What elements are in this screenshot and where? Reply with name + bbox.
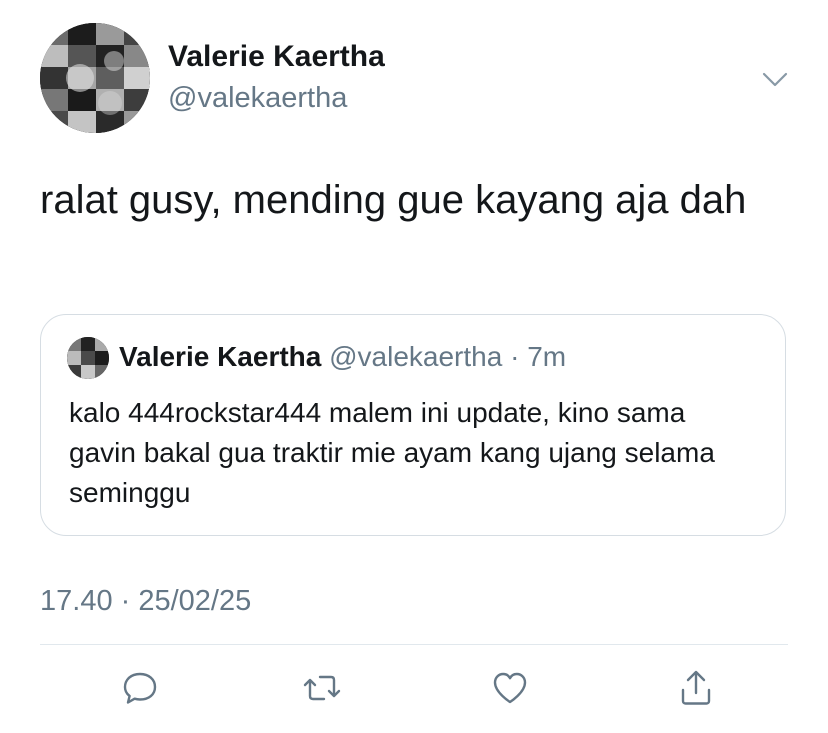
author-name[interactable]: Valerie Kaertha (168, 40, 385, 74)
quoted-time: 7m (527, 341, 567, 372)
author-avatar[interactable] (40, 23, 150, 133)
chevron-down-icon[interactable] (760, 64, 790, 94)
quoted-tweet-text: kalo 444rockstar444 malem ini update, ki… (69, 397, 715, 508)
tweet-timestamp[interactable]: 17.40 · 25/02/25 (40, 585, 251, 618)
quoted-tweet-card[interactable]: Valerie Kaertha @valekaertha · 7m kalo 4… (40, 314, 786, 536)
reply-icon[interactable] (120, 668, 160, 708)
quoted-author-name: Valerie Kaertha (119, 341, 322, 372)
quoted-separator: · (502, 341, 528, 372)
action-bar (0, 668, 828, 708)
tweet-text: ralat gusy, mending gue kayang aja dah (40, 178, 747, 222)
heart-icon[interactable] (490, 668, 530, 708)
quoted-author-handle: @valekaertha (329, 341, 503, 372)
share-icon[interactable] (676, 668, 716, 708)
author-handle[interactable]: @valekaertha (168, 82, 347, 115)
quoted-header: Valerie Kaertha @valekaertha · 7m (119, 341, 566, 373)
divider (40, 644, 788, 645)
quoted-author-avatar (67, 337, 109, 379)
retweet-icon[interactable] (302, 668, 342, 708)
